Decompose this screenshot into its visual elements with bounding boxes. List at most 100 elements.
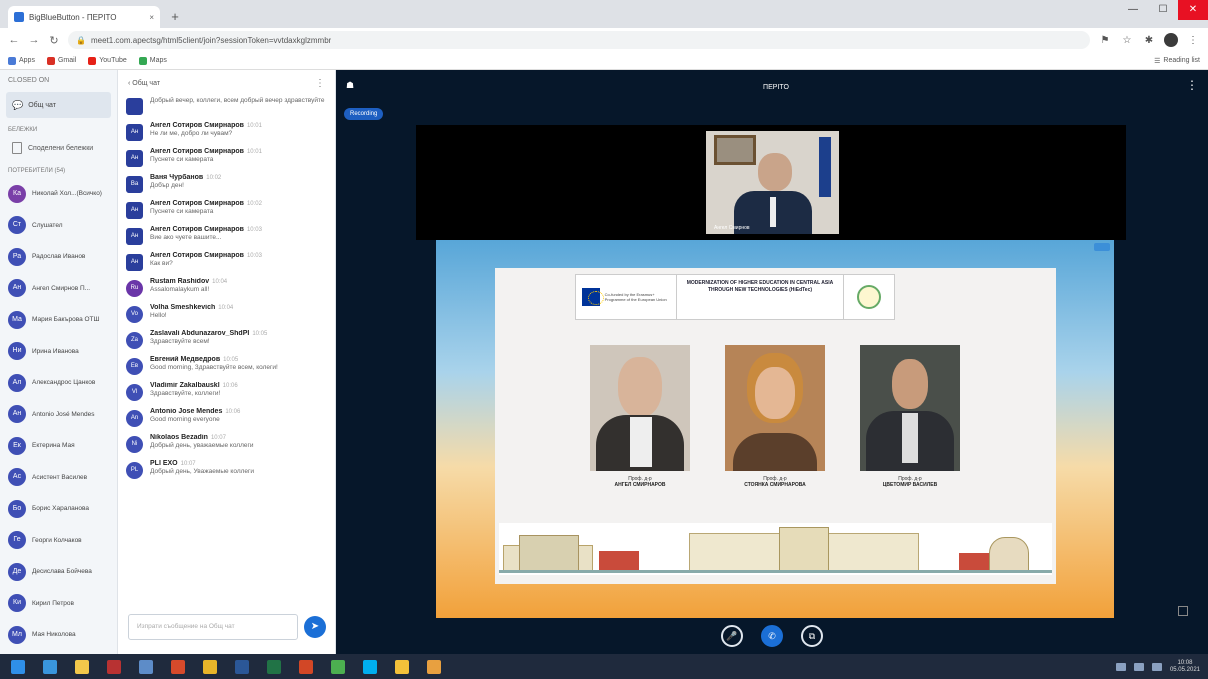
user-list-item[interactable]: Ка Николай Хол...(Всичко) bbox=[0, 178, 117, 210]
chat-message: Ru Rustam Rashidov 10:04 Assalomalaykum all… bbox=[126, 278, 328, 297]
screen-share-icon[interactable]: ⧉ bbox=[801, 625, 823, 647]
chat-message: Vo Volha Smeshkevich 10:04 Hello! bbox=[126, 304, 328, 323]
project-title: MODERNIZATION OF HIGHER EDUCATION IN CEN… bbox=[676, 275, 844, 319]
explorer-icon[interactable] bbox=[68, 656, 96, 677]
phone-icon[interactable]: ✆ bbox=[761, 625, 783, 647]
stage-topbar: ☗ ΠΕΡΙΤΟ ⋮ bbox=[336, 70, 1208, 100]
public-chat-item[interactable]: 💬 Общ чат bbox=[6, 92, 111, 118]
meeting-title: ΠΕΡΙΤΟ bbox=[763, 84, 789, 91]
fullscreen-icon[interactable] bbox=[1178, 606, 1188, 616]
clock[interactable]: 10:08 05.05.2021 bbox=[1170, 660, 1200, 674]
user-list-item[interactable]: Бо Борис Хараланова bbox=[0, 493, 117, 525]
picture-frame bbox=[714, 135, 756, 165]
chat-title[interactable]: ‹ Общ чат bbox=[128, 80, 160, 87]
message-sender: Nikolaos Bezadin 10:07 bbox=[150, 434, 226, 441]
recording-badge[interactable]: Recording bbox=[344, 108, 384, 120]
new-tab-button[interactable]: + bbox=[166, 8, 184, 26]
windows-start-icon[interactable] bbox=[4, 656, 32, 677]
media-icon[interactable] bbox=[164, 656, 192, 677]
reading-list[interactable]: ☰ Reading list bbox=[1154, 57, 1200, 65]
chat-message: Ан Ангел Сотиров Смирнаров 10:03 Как ви? bbox=[126, 252, 328, 271]
back-icon[interactable]: ← bbox=[8, 34, 20, 46]
tab-close-icon[interactable]: × bbox=[149, 13, 154, 22]
forward-icon[interactable]: → bbox=[28, 34, 40, 46]
windows-taskbar: 10:08 05.05.2021 bbox=[0, 654, 1208, 679]
extensions-icon[interactable]: ✱ bbox=[1142, 35, 1156, 46]
bookmark-gmail[interactable]: Gmail bbox=[46, 56, 76, 65]
message-time: 10:04 bbox=[218, 305, 234, 311]
bookmark-apps[interactable]: Apps bbox=[8, 56, 35, 65]
shared-notes-item[interactable]: Споделени бележки bbox=[6, 137, 111, 159]
reload-icon[interactable]: ↻ bbox=[48, 34, 60, 47]
star-icon[interactable]: ☆ bbox=[1120, 35, 1134, 46]
webcam-video[interactable]: Ангел Смирнов bbox=[706, 131, 839, 234]
mic-icon[interactable]: 🎤 bbox=[721, 625, 743, 647]
maximize-icon[interactable]: ☐ bbox=[1148, 0, 1178, 20]
message-text: Hello! bbox=[150, 312, 167, 319]
user-list-item[interactable]: Ра Радослав Иванов bbox=[0, 241, 117, 273]
message-text: Пуснете си камерата bbox=[150, 156, 214, 163]
user-list: Ка Николай Хол...(Всичко) Ст Слушател Ра Радо… bbox=[0, 178, 117, 651]
user-avatar: Ма bbox=[8, 310, 26, 329]
profile-avatar[interactable] bbox=[1164, 33, 1178, 47]
user-list-item[interactable]: Ни Ирина Иванова bbox=[0, 336, 117, 368]
user-list-item[interactable]: Ан Ангел Смирнов П... bbox=[0, 273, 117, 305]
user-list-item[interactable]: Ек Ектерина Мая bbox=[0, 430, 117, 462]
user-name: Ирина Иванова bbox=[32, 347, 79, 355]
mail-icon[interactable] bbox=[100, 656, 128, 677]
message-sender: Ангел Сотиров Смирнаров 10:01 bbox=[150, 122, 262, 129]
message-avatar: Za bbox=[126, 332, 143, 349]
chat-options-icon[interactable]: ⋮ bbox=[315, 78, 325, 89]
skype-icon[interactable] bbox=[356, 656, 384, 677]
user-name: Мария Бакърова ОТШ bbox=[32, 316, 100, 324]
message-text: Good morning, Здравствуйте всем, колеги! bbox=[150, 364, 278, 371]
browser-menu-icon[interactable]: ⋮ bbox=[1186, 35, 1200, 46]
user-list-toggle-icon[interactable]: ☗ bbox=[346, 80, 354, 91]
window-controls: — ☐ ✕ bbox=[1118, 0, 1208, 20]
message-sender: Ваня Чурбанов 10:02 bbox=[150, 174, 222, 181]
chat-message: Ан Ангел Сотиров Смирнаров 10:03 Вие ако чу… bbox=[126, 226, 328, 245]
options-menu-icon[interactable]: ⋮ bbox=[1186, 78, 1198, 92]
bbb-app: CLOSED ON 💬 Общ чат БЕЛЕЖКИ Споделени бе… bbox=[0, 70, 1208, 654]
user-list-item[interactable]: Ал Александрос Цанков bbox=[0, 367, 117, 399]
bookmark-maps[interactable]: Maps bbox=[138, 56, 167, 65]
user-list-item[interactable]: Ан Antonio José Mendes bbox=[0, 399, 117, 431]
edge-icon[interactable] bbox=[36, 656, 64, 677]
user-avatar: Ас bbox=[8, 468, 26, 487]
url-field[interactable]: 🔒 meet1.com.apectsg/html5client/join?ses… bbox=[68, 31, 1090, 49]
browser-tab[interactable]: BigBlueButton - ΠΕΡΙΤΟ × bbox=[8, 6, 160, 28]
chat-message: Ев Евгений Медведров 10:05 Good morning, Зд… bbox=[126, 356, 328, 375]
volume-icon[interactable] bbox=[1133, 662, 1144, 671]
battery-icon[interactable] bbox=[1151, 662, 1162, 671]
excel-icon[interactable] bbox=[260, 656, 288, 677]
message-avatar: Ан bbox=[126, 254, 143, 271]
powerpoint-icon[interactable] bbox=[292, 656, 320, 677]
photos-icon[interactable] bbox=[132, 656, 160, 677]
user-list-item[interactable]: Ма Мария Бакърова ОТШ bbox=[0, 304, 117, 336]
chrome-icon[interactable] bbox=[196, 656, 224, 677]
user-list-item[interactable]: Ас Асистент Василев bbox=[0, 462, 117, 494]
paint-icon[interactable] bbox=[420, 656, 448, 677]
send-button[interactable]: ➤ bbox=[304, 616, 326, 638]
chat-message: Добрый вечер, коллеги, всем добрый вечер… bbox=[126, 96, 328, 115]
word-icon[interactable] bbox=[228, 656, 256, 677]
user-name: Мая Николова bbox=[32, 631, 76, 639]
translate-icon[interactable]: ⚑ bbox=[1098, 35, 1112, 46]
chat-input[interactable]: Изпрати съобщение на Общ чат bbox=[128, 614, 298, 640]
user-list-item[interactable]: Ст Слушател bbox=[0, 210, 117, 242]
network-icon[interactable] bbox=[1115, 662, 1126, 671]
user-list-item[interactable]: Ки Кирил Петров bbox=[0, 588, 117, 620]
user-list-item[interactable]: Мл Мая Николова bbox=[0, 619, 117, 651]
slide-badge bbox=[1094, 243, 1110, 251]
user-list-item[interactable]: Ге Георги Колчаков bbox=[0, 525, 117, 557]
bookmark-youtube[interactable]: YouTube bbox=[88, 56, 127, 65]
message-sender: Ангел Сотиров Смирнаров 10:03 bbox=[150, 226, 262, 233]
minimize-icon[interactable]: — bbox=[1118, 0, 1148, 20]
user-list-item[interactable]: Де Десислава Бойчева bbox=[0, 556, 117, 588]
chrome-icon-2[interactable] bbox=[324, 656, 352, 677]
close-window-icon[interactable]: ✕ bbox=[1178, 0, 1208, 20]
folder-icon[interactable] bbox=[388, 656, 416, 677]
user-name: Асистент Василев bbox=[32, 473, 88, 481]
reading-list-icon: ☰ bbox=[1154, 57, 1161, 65]
users-panel: CLOSED ON 💬 Общ чат БЕЛЕЖКИ Споделени бе… bbox=[0, 70, 118, 654]
